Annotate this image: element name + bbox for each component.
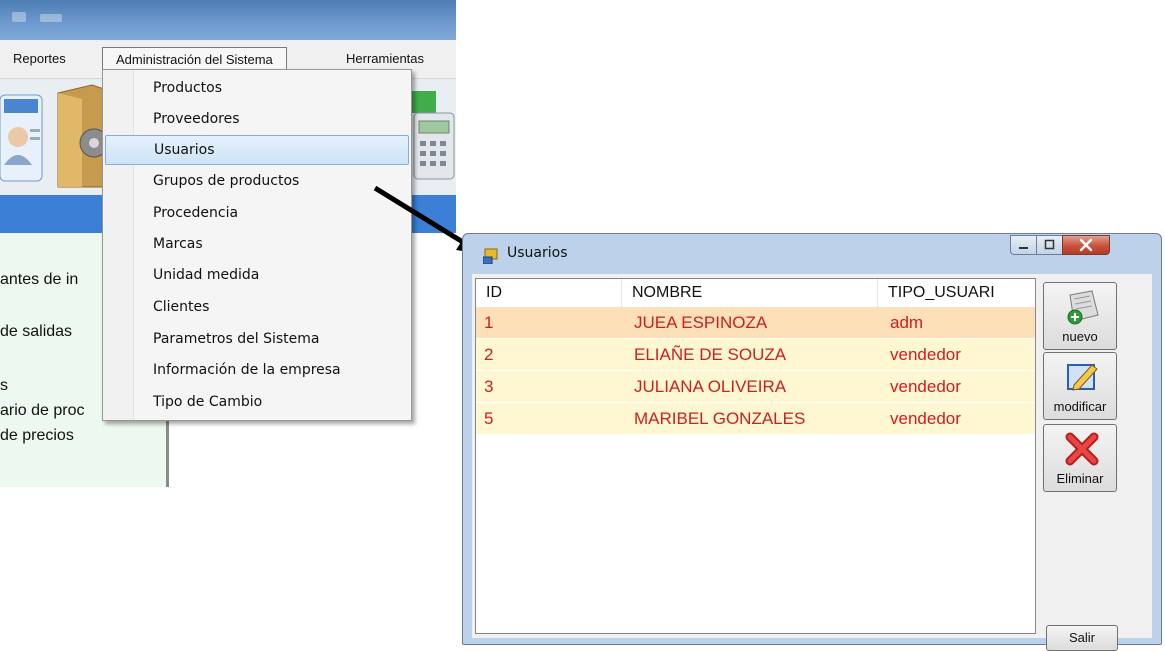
cell-tipo: vendedor: [890, 345, 961, 364]
title-bar-icon: [12, 12, 26, 22]
minimize-button[interactable]: [1010, 235, 1037, 255]
eliminar-button[interactable]: Eliminar: [1043, 424, 1117, 492]
delete-x-icon: [1065, 432, 1099, 466]
table-row[interactable]: 5 MARIBEL GONZALES vendedor: [476, 403, 1035, 435]
menu-item-clientes[interactable]: Clientes: [105, 292, 409, 322]
cell-nombre: JULIANA OLIVEIRA: [634, 377, 787, 396]
side-panel-link[interactable]: ario de proc: [0, 402, 85, 420]
maximize-icon: [1044, 239, 1055, 250]
menu-item-unidad-medida[interactable]: Unidad medida: [105, 260, 409, 290]
column-header-nombre[interactable]: NOMBRE: [622, 279, 878, 307]
column-header-tipo-usuario[interactable]: TIPO_USUARI: [878, 279, 1035, 307]
cell-tipo: vendedor: [890, 409, 961, 428]
side-panel-link[interactable]: antes de in: [0, 271, 78, 289]
cell-tipo: vendedor: [890, 377, 961, 396]
window-client-area: ID NOMBRE TIPO_USUARI 1 JUEA ESPINOZA ad…: [472, 274, 1152, 651]
cell-nombre: JUEA ESPINOZA: [634, 313, 768, 332]
menu-item-marcas[interactable]: Marcas: [105, 229, 409, 259]
close-button[interactable]: [1062, 235, 1110, 255]
main-title-bar: [0, 0, 456, 40]
salir-button[interactable]: Salir: [1046, 625, 1118, 651]
menu-item-usuarios[interactable]: Usuarios: [105, 135, 409, 165]
calculator-icon[interactable]: [410, 91, 456, 181]
menu-item-parametros-del-sistema[interactable]: Parametros del Sistema: [105, 324, 409, 354]
contact-card-icon[interactable]: [0, 93, 46, 185]
menu-item-proveedores[interactable]: Proveedores: [105, 104, 409, 134]
menu-item-informacion-de-la-empresa[interactable]: Información de la empresa: [105, 355, 409, 385]
add-document-icon: [1067, 290, 1099, 325]
cell-id: 3: [484, 377, 494, 396]
side-panel-link[interactable]: de salidas: [0, 323, 72, 341]
side-panel-link[interactable]: de precios: [0, 427, 74, 445]
admin-dropdown-menu: Productos Proveedores Usuarios Grupos de…: [102, 69, 412, 421]
cell-id: 1: [484, 313, 494, 332]
table-row[interactable]: 1 JUEA ESPINOZA adm: [476, 307, 1035, 339]
cell-nombre: MARIBEL GONZALES: [634, 409, 806, 428]
cell-id: 2: [484, 345, 494, 364]
side-panel-link[interactable]: s: [0, 377, 8, 395]
cell-id: 5: [484, 409, 494, 428]
column-header-id[interactable]: ID: [476, 279, 622, 307]
nuevo-button[interactable]: nuevo: [1043, 282, 1117, 350]
title-bar-text-blur: [40, 14, 62, 22]
cell-tipo: adm: [890, 313, 924, 332]
usuarios-data-grid[interactable]: ID NOMBRE TIPO_USUARI 1 JUEA ESPINOZA ad…: [475, 278, 1036, 634]
menu-herramientas[interactable]: Herramientas: [338, 47, 432, 71]
window-title: Usuarios: [507, 245, 568, 261]
nuevo-button-label: nuevo: [1062, 329, 1098, 344]
table-row[interactable]: 2 ELIAÑE DE SOUZA vendedor: [476, 339, 1035, 371]
maximize-button[interactable]: [1036, 235, 1063, 255]
cell-nombre: ELIAÑE DE SOUZA: [634, 345, 787, 364]
grid-header: ID NOMBRE TIPO_USUARI: [476, 279, 1035, 308]
menu-reportes[interactable]: Reportes: [5, 47, 74, 71]
menu-item-productos[interactable]: Productos: [105, 73, 409, 103]
table-row[interactable]: 3 JULIANA OLIVEIRA vendedor: [476, 371, 1035, 403]
modificar-button-label: modificar: [1053, 399, 1107, 414]
minimize-icon: [1019, 247, 1028, 249]
menu-item-tipo-de-cambio[interactable]: Tipo de Cambio: [105, 387, 409, 417]
close-icon: [1079, 238, 1093, 252]
window-app-icon: [483, 248, 498, 264]
edit-pencil-icon: [1067, 364, 1098, 391]
usuarios-window: Usuarios ID NOMBRE TIPO_USUARI 1 JUEA ES…: [462, 233, 1162, 651]
modificar-button[interactable]: modificar: [1043, 352, 1117, 420]
window-title-bar[interactable]: Usuarios: [463, 234, 1161, 274]
eliminar-button-label: Eliminar: [1056, 471, 1104, 486]
menu-item-procedencia[interactable]: Procedencia: [105, 198, 409, 228]
menu-item-grupos-de-productos[interactable]: Grupos de productos: [105, 166, 409, 196]
